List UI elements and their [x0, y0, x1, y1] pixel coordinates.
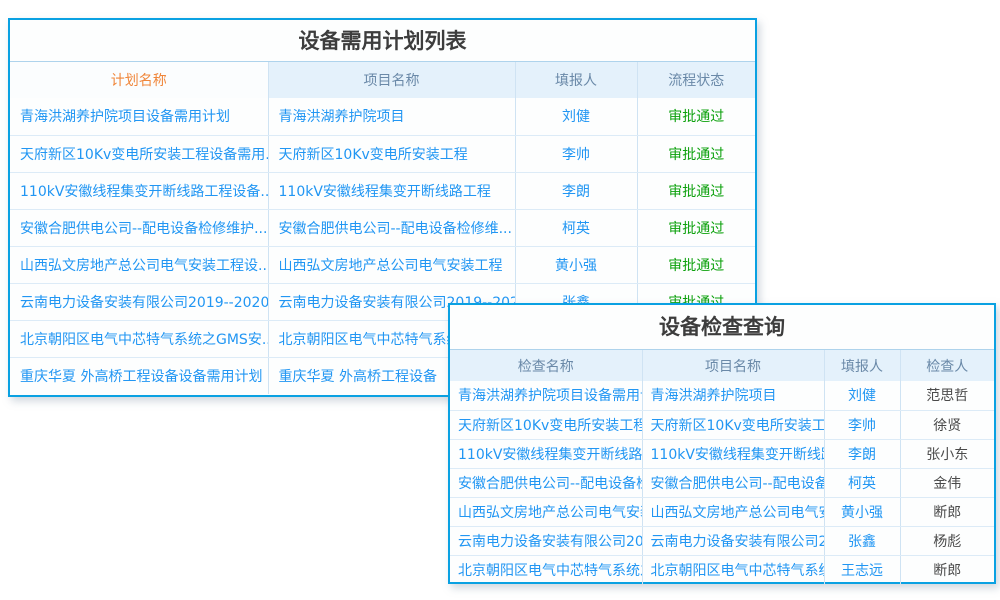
inspector-cell: 范思哲 — [900, 381, 994, 410]
table-row[interactable]: 天府新区10Kv变电所安装工程设备需用... 天府新区10Kv变电所安装工程 李… — [10, 135, 755, 172]
project-name-cell[interactable]: 青海洪湖养护院项目 — [642, 381, 824, 410]
plan-name-cell[interactable]: 安徽合肥供电公司--配电设备检修维护... — [10, 209, 268, 246]
inspector-cell: 断郎 — [900, 497, 994, 526]
column-header-check-name[interactable]: 检查名称 — [450, 350, 642, 381]
reporter-cell[interactable]: 刘健 — [824, 381, 900, 410]
check-name-cell[interactable]: 云南电力设备安装有限公司2019--2020 — [450, 526, 642, 555]
table-row[interactable]: 安徽合肥供电公司--配电设备检修维护... 安徽合肥供电公司--配电设备检修维.… — [10, 209, 755, 246]
status-cell: 审批通过 — [637, 209, 755, 246]
inspection-table-header-row: 检查名称 项目名称 填报人 检查人 — [450, 350, 994, 381]
reporter-cell[interactable]: 张鑫 — [824, 526, 900, 555]
plan-list-title: 设备需用计划列表 — [10, 20, 755, 62]
table-row[interactable]: 安徽合肥供电公司--配电设备检修维护... 安徽合肥供电公司--配电设备检修维护… — [450, 468, 994, 497]
table-row[interactable]: 北京朝阳区电气中芯特气系统之GMS安... 北京朝阳区电气中芯特气系统之GMS.… — [450, 555, 994, 584]
inspector-cell: 徐贤 — [900, 410, 994, 439]
check-name-cell[interactable]: 110kV安徽线程集变开断线路工程设备需用 — [450, 439, 642, 468]
project-name-cell[interactable]: 110kV安徽线程集变开断线路工程 — [642, 439, 824, 468]
plan-name-cell[interactable]: 云南电力设备安装有限公司2019--2020... — [10, 283, 268, 320]
column-header-project-name[interactable]: 项目名称 — [268, 62, 515, 98]
plan-table-header-row: 计划名称 项目名称 填报人 流程状态 — [10, 62, 755, 98]
plan-name-cell[interactable]: 山西弘文房地产总公司电气安装工程设... — [10, 246, 268, 283]
column-header-plan-name[interactable]: 计划名称 — [10, 62, 268, 98]
project-name-cell[interactable]: 山西弘文房地产总公司电气安装工程 — [642, 497, 824, 526]
project-name-cell[interactable]: 青海洪湖养护院项目 — [268, 98, 515, 135]
reporter-cell[interactable]: 柯英 — [515, 209, 637, 246]
table-row[interactable]: 110kV安徽线程集变开断线路工程设备需用 110kV安徽线程集变开断线路工程 … — [450, 439, 994, 468]
inspector-cell: 金伟 — [900, 468, 994, 497]
column-header-project-name[interactable]: 项目名称 — [642, 350, 824, 381]
project-name-cell[interactable]: 安徽合肥供电公司--配电设备检修维护 — [642, 468, 824, 497]
table-row[interactable]: 青海洪湖养护院项目设备需用计划 青海洪湖养护院项目 刘健 审批通过 — [10, 98, 755, 135]
status-cell: 审批通过 — [637, 172, 755, 209]
project-name-cell[interactable]: 北京朝阳区电气中芯特气系统之GMS... — [642, 555, 824, 584]
status-cell: 审批通过 — [637, 98, 755, 135]
inspection-query-window: 设备检查查询 检查名称 项目名称 填报人 检查人 青海洪湖养护院项目设备需用计划… — [448, 303, 996, 584]
project-name-cell[interactable]: 天府新区10Kv变电所安装工程 — [642, 410, 824, 439]
check-name-cell[interactable]: 山西弘文房地产总公司电气安装工程设备 — [450, 497, 642, 526]
reporter-cell[interactable]: 黄小强 — [824, 497, 900, 526]
project-name-cell[interactable]: 天府新区10Kv变电所安装工程 — [268, 135, 515, 172]
table-row[interactable]: 山西弘文房地产总公司电气安装工程设... 山西弘文房地产总公司电气安装工程 黄小… — [10, 246, 755, 283]
check-name-cell[interactable]: 安徽合肥供电公司--配电设备检修维护... — [450, 468, 642, 497]
project-name-cell[interactable]: 云南电力设备安装有限公司2019--2020 — [642, 526, 824, 555]
column-header-status[interactable]: 流程状态 — [637, 62, 755, 98]
reporter-cell[interactable]: 李朗 — [824, 439, 900, 468]
reporter-cell[interactable]: 李帅 — [515, 135, 637, 172]
inspection-table: 检查名称 项目名称 填报人 检查人 青海洪湖养护院项目设备需用计划 青海洪湖养护… — [450, 350, 994, 584]
inspection-query-title: 设备检查查询 — [450, 305, 994, 350]
plan-name-cell[interactable]: 重庆华夏 外高桥工程设备设备需用计划 — [10, 357, 268, 394]
reporter-cell[interactable]: 柯英 — [824, 468, 900, 497]
reporter-cell[interactable]: 黄小强 — [515, 246, 637, 283]
check-name-cell[interactable]: 天府新区10Kv变电所安装工程设备需用计划 — [450, 410, 642, 439]
status-cell: 审批通过 — [637, 135, 755, 172]
plan-name-cell[interactable]: 青海洪湖养护院项目设备需用计划 — [10, 98, 268, 135]
plan-name-cell[interactable]: 天府新区10Kv变电所安装工程设备需用... — [10, 135, 268, 172]
desktop: 设备需用计划列表 计划名称 项目名称 填报人 流程状态 青海洪湖养护院项目设备需… — [0, 0, 1000, 600]
plan-name-cell[interactable]: 110kV安徽线程集变开断线路工程设备... — [10, 172, 268, 209]
check-name-cell[interactable]: 青海洪湖养护院项目设备需用计划 — [450, 381, 642, 410]
reporter-cell[interactable]: 李朗 — [515, 172, 637, 209]
reporter-cell[interactable]: 王志远 — [824, 555, 900, 584]
reporter-cell[interactable]: 李帅 — [824, 410, 900, 439]
project-name-cell[interactable]: 山西弘文房地产总公司电气安装工程 — [268, 246, 515, 283]
table-row[interactable]: 青海洪湖养护院项目设备需用计划 青海洪湖养护院项目 刘健 范思哲 — [450, 381, 994, 410]
column-header-reporter[interactable]: 填报人 — [824, 350, 900, 381]
plan-name-cell[interactable]: 北京朝阳区电气中芯特气系统之GMS安... — [10, 320, 268, 357]
table-row[interactable]: 110kV安徽线程集变开断线路工程设备... 110kV安徽线程集变开断线路工程… — [10, 172, 755, 209]
column-header-reporter[interactable]: 填报人 — [515, 62, 637, 98]
project-name-cell[interactable]: 110kV安徽线程集变开断线路工程 — [268, 172, 515, 209]
inspector-cell: 杨彪 — [900, 526, 994, 555]
table-row[interactable]: 山西弘文房地产总公司电气安装工程设备 山西弘文房地产总公司电气安装工程 黄小强 … — [450, 497, 994, 526]
check-name-cell[interactable]: 北京朝阳区电气中芯特气系统之GMS安... — [450, 555, 642, 584]
column-header-inspector[interactable]: 检查人 — [900, 350, 994, 381]
table-row[interactable]: 天府新区10Kv变电所安装工程设备需用计划 天府新区10Kv变电所安装工程 李帅… — [450, 410, 994, 439]
status-cell: 审批通过 — [637, 246, 755, 283]
reporter-cell[interactable]: 刘健 — [515, 98, 637, 135]
project-name-cell[interactable]: 安徽合肥供电公司--配电设备检修维... — [268, 209, 515, 246]
table-row[interactable]: 云南电力设备安装有限公司2019--2020 云南电力设备安装有限公司2019-… — [450, 526, 994, 555]
inspector-cell: 断郎 — [900, 555, 994, 584]
inspector-cell: 张小东 — [900, 439, 994, 468]
